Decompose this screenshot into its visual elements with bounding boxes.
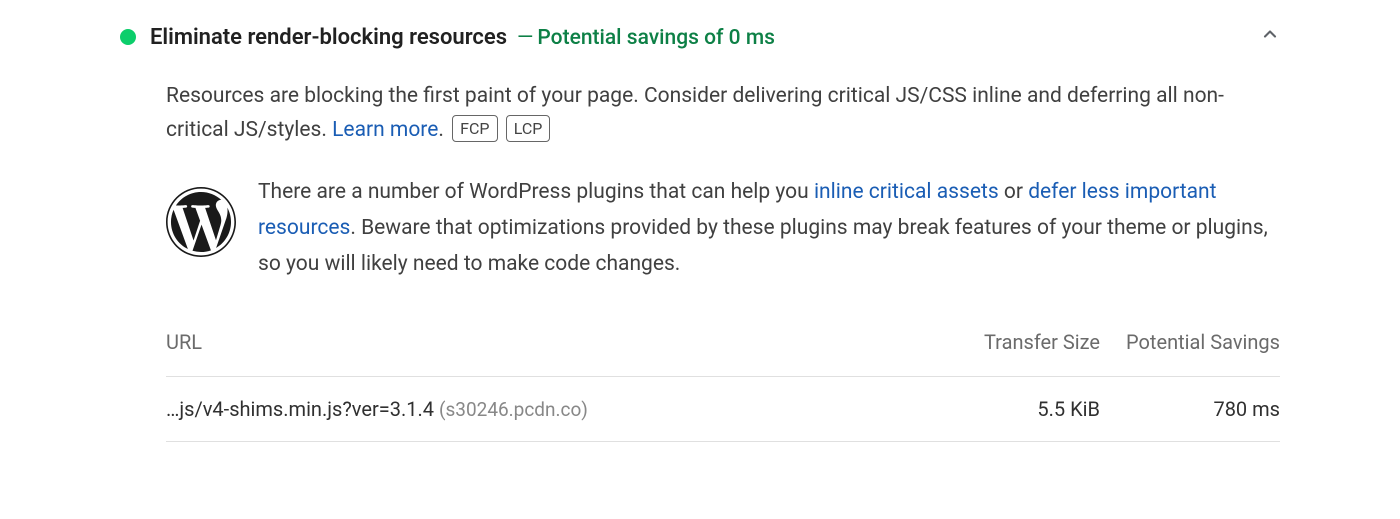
wp-text-part2: or (999, 180, 1029, 204)
table-row: …js/v4-shims.min.js?ver=3.1.4 (s30246.pc… (166, 377, 1280, 442)
inline-critical-assets-link[interactable]: inline critical assets (814, 180, 999, 204)
wordpress-tip: There are a number of WordPress plugins … (166, 175, 1280, 282)
metric-tag-fcp: FCP (452, 115, 497, 143)
audit-details: Resources are blocking the first paint o… (120, 60, 1280, 442)
learn-more-link[interactable]: Learn more (332, 118, 438, 142)
header-potential-savings: Potential Savings (1100, 330, 1280, 354)
url-domain: (s30246.pcdn.co) (439, 398, 588, 421)
header-url: URL (166, 330, 920, 354)
table-header-row: URL Transfer Size Potential Savings (166, 316, 1280, 377)
metric-tag-lcp: LCP (506, 115, 551, 143)
audit-header[interactable]: Eliminate render-blocking resources — Po… (120, 16, 1280, 60)
wp-text-part1: There are a number of WordPress plugins … (258, 180, 814, 204)
url-path: …js/v4-shims.min.js?ver=3.1.4 (166, 397, 434, 421)
savings-separator: — (517, 26, 533, 50)
cell-potential-savings: 780 ms (1100, 397, 1280, 421)
audit-description: Resources are blocking the first paint o… (166, 80, 1280, 147)
description-text: Resources are blocking the first paint o… (166, 84, 1224, 142)
cell-transfer-size: 5.5 KiB (920, 397, 1100, 421)
header-transfer-size: Transfer Size (920, 330, 1100, 354)
description-period: . (438, 118, 444, 142)
audit-title: Eliminate render-blocking resources (150, 25, 507, 50)
status-dot-pass-icon (120, 29, 136, 45)
audit-savings-label: Potential savings of 0 ms (537, 26, 775, 50)
chevron-up-icon[interactable] (1260, 24, 1280, 50)
wordpress-tip-text: There are a number of WordPress plugins … (258, 175, 1280, 282)
wordpress-icon (166, 187, 236, 257)
resources-table: URL Transfer Size Potential Savings …js/… (166, 316, 1280, 442)
cell-url: …js/v4-shims.min.js?ver=3.1.4 (s30246.pc… (166, 397, 920, 421)
wp-text-part3: . Beware that optimizations provided by … (258, 216, 1268, 276)
